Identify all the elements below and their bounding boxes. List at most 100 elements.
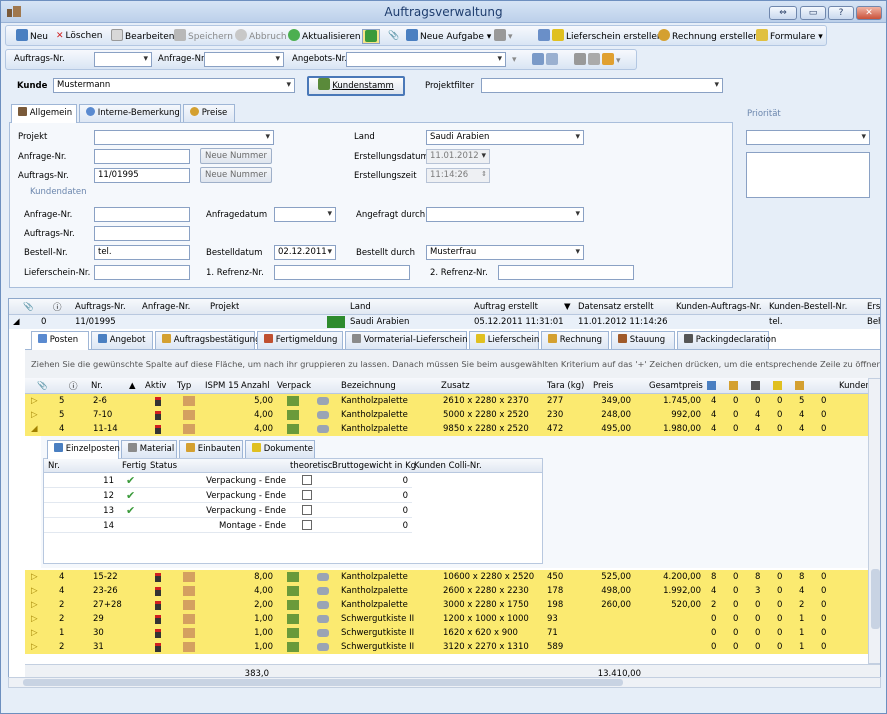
expand-icon[interactable]: ▷ xyxy=(31,640,38,654)
checkbox[interactable] xyxy=(302,520,312,530)
flag-toggle-button[interactable] xyxy=(362,29,380,44)
col-auftrags-nr[interactable]: Auftrags-Nr. xyxy=(75,302,126,312)
posten-vscroll-thumb[interactable] xyxy=(871,569,880,629)
table-row[interactable]: ▷ 5 2-6 5,00 Kantholzpalette 2610 x 2280 x 23… xyxy=(25,394,868,408)
table-row[interactable]: 14 Montage - Ende 0 xyxy=(44,519,412,533)
expand-icon[interactable]: ▷ xyxy=(31,612,38,626)
projektfilter-select[interactable] xyxy=(481,78,723,93)
table-row[interactable]: 13 ✔ Verpackung - Ende 0 xyxy=(44,504,412,518)
tab-fertigmeldung[interactable]: Fertigmeldung xyxy=(257,331,343,349)
table-row[interactable]: 12 ✔ Verpackung - Ende 0 xyxy=(44,489,412,503)
col-posten-1[interactable]: Aktiv xyxy=(145,381,166,391)
projekt-select[interactable] xyxy=(94,130,274,145)
bearbeiten-button[interactable]: Bearbeiten xyxy=(111,29,174,44)
main-horizontal-scrollbar[interactable] xyxy=(8,677,881,688)
col-erst[interactable]: Erst xyxy=(867,302,880,312)
table-row[interactable]: 11 ✔ Verpackung - Ende 0 xyxy=(44,474,412,488)
expand-icon[interactable]: ▷ xyxy=(31,570,38,584)
formulare-button[interactable]: Formulare ▾ xyxy=(756,29,823,44)
table-row[interactable]: ▷ 2 29 1,00 Schwergutkiste II 1200 x 1000 x 1… xyxy=(25,612,868,626)
help-button[interactable]: ? xyxy=(828,6,854,20)
abbruch-button[interactable]: Abbruch xyxy=(235,29,287,44)
col-detail-1[interactable]: Fertig xyxy=(122,461,146,471)
col-detail-2[interactable]: Status xyxy=(150,461,177,471)
tab-dokumente[interactable]: Dokumente xyxy=(245,440,315,458)
referenz2-input[interactable] xyxy=(498,265,634,280)
land-select[interactable]: Saudi Arabien xyxy=(426,130,584,145)
neue-nummer-anfrage-button[interactable]: Neue Nummer xyxy=(200,148,272,164)
table-row[interactable]: ▷ 2 31 1,00 Schwergutkiste II 3120 x 2270 x 1… xyxy=(25,640,868,654)
lieferschein-button[interactable]: Lieferschein erstellen xyxy=(538,29,663,44)
col-anfrage-nr[interactable]: Anfrage-Nr. xyxy=(142,302,190,312)
prioritaet-notes[interactable] xyxy=(746,152,870,198)
tab-auftragsbest-tigung[interactable]: Auftragsbestätigung xyxy=(155,331,260,349)
minimize-button[interactable]: ▭ xyxy=(800,6,826,20)
table-row[interactable]: ◢ 0 11/01995 Saudi Arabien 05.12.2011 11… xyxy=(9,315,880,329)
bestellt-durch-select[interactable]: Musterfrau xyxy=(426,245,584,260)
neue-aufgabe-button[interactable]: Neue Aufgabe ▾ xyxy=(406,29,491,44)
close-button[interactable]: ✕ xyxy=(856,6,882,20)
group-by-area[interactable]: Ziehen Sie die gewünschte Spalte auf die… xyxy=(25,350,880,378)
col-posten-8[interactable]: Tara (kg) xyxy=(547,381,584,391)
tab-interne-bemerkung[interactable]: Interne-Bemerkung xyxy=(79,104,181,122)
layout-button[interactable] xyxy=(532,53,560,68)
col-posten-4[interactable]: Anzahl xyxy=(241,381,270,391)
kundenstamm-button[interactable]: Kundenstamm xyxy=(307,76,405,96)
col-posten-11[interactable]: Kunden xyxy=(839,381,871,391)
expand-icon[interactable]: ◢ xyxy=(31,422,38,436)
table-row[interactable]: ▷ 1 30 1,00 Schwergutkiste II 1620 x 620 x 90… xyxy=(25,626,868,640)
col-kunden-auftrags-nr[interactable]: Kunden-Auftrags-Nr. xyxy=(676,302,762,312)
table-row[interactable]: ▷ 5 7-10 4,00 Kantholzpalette 5000 x 2280 x 2… xyxy=(25,408,868,422)
rechnung-button[interactable]: Rechnung erstellen xyxy=(658,29,759,44)
kd-lieferschein-nr-input[interactable] xyxy=(94,265,190,280)
tab-einbauten[interactable]: Einbauten xyxy=(179,440,243,458)
col-posten-3[interactable]: ISPM 15 xyxy=(205,381,239,391)
prioritaet-select[interactable] xyxy=(746,130,870,145)
table-row[interactable]: ▷ 2 27+28 2,00 Kantholzpalette 3000 x 2280 x … xyxy=(25,598,868,612)
col-projekt[interactable]: Projekt xyxy=(210,302,239,312)
expand-icon[interactable]: ▷ xyxy=(31,598,38,612)
tab-stauung[interactable]: Stauung xyxy=(611,331,675,349)
angefragt-durch-select[interactable] xyxy=(426,207,584,222)
theoretisch-checkbox[interactable] xyxy=(302,519,312,533)
tab-packingdeclaration[interactable]: Packingdeclaration xyxy=(677,331,776,349)
tab-allgemein[interactable]: Allgemein xyxy=(11,104,77,123)
tab-einzelposten[interactable]: Einzelposten xyxy=(47,440,120,459)
table-row[interactable]: ◢ 4 11-14 4,00 Kantholzpalette 9850 x 2280 x … xyxy=(25,422,868,436)
posten-vertical-scrollbar[interactable] xyxy=(868,378,880,664)
col-posten-0[interactable]: Nr. xyxy=(91,381,103,391)
main-scroll-thumb[interactable] xyxy=(23,679,623,686)
collapse-icon[interactable]: ◢ xyxy=(13,315,20,329)
referenz1-input[interactable] xyxy=(274,265,410,280)
checkbox[interactable] xyxy=(302,505,312,515)
col-detail-5[interactable]: Kunden Colli-Nr. xyxy=(414,461,482,471)
auftrags-nr-search-input[interactable] xyxy=(94,52,152,67)
theoretisch-checkbox[interactable] xyxy=(302,474,312,488)
search-options-button[interactable]: ▾ xyxy=(512,53,517,68)
restore-icon[interactable]: ⇔ xyxy=(769,6,797,20)
tab-posten[interactable]: Posten xyxy=(31,331,89,350)
print-button[interactable]: ▾ xyxy=(574,53,621,68)
col-auftrag-erstellt[interactable]: Auftrag erstellt xyxy=(474,302,538,312)
attach-button[interactable]: 📎 xyxy=(388,29,399,44)
theoretisch-checkbox[interactable] xyxy=(302,489,312,503)
col-posten-2[interactable]: Typ xyxy=(177,381,191,391)
speichern-button[interactable]: Speichern xyxy=(174,29,233,44)
tab-material[interactable]: Material xyxy=(121,440,177,458)
auftrags-nr-input[interactable]: 11/01995 xyxy=(94,168,190,183)
angebots-nr-search-input[interactable] xyxy=(346,52,506,67)
checkbox[interactable] xyxy=(302,490,312,500)
col-detail-4[interactable]: Bruttogewicht in Kg xyxy=(332,461,416,471)
loeschen-button[interactable]: ✕ Löschen xyxy=(56,29,103,44)
col-datensatz-erstellt[interactable]: Datensatz erstellt xyxy=(578,302,654,312)
neu-button[interactable]: Neu xyxy=(16,29,48,44)
table-row[interactable]: ▷ 4 23-26 4,00 Kantholzpalette 2600 x 2280 x … xyxy=(25,584,868,598)
col-land[interactable]: Land xyxy=(350,302,371,312)
col-detail-3[interactable]: theoretisc xyxy=(290,461,332,471)
tab-lieferschein[interactable]: Lieferschein xyxy=(469,331,539,349)
col-posten-5[interactable]: Verpack xyxy=(277,381,311,391)
kd-auftrags-nr-input[interactable] xyxy=(94,226,190,241)
anfrage-nr-search-input[interactable] xyxy=(204,52,284,67)
erstellungsdatum-input[interactable]: 11.01.2012 xyxy=(426,149,490,164)
col-detail-0[interactable]: Nr. xyxy=(48,461,60,471)
